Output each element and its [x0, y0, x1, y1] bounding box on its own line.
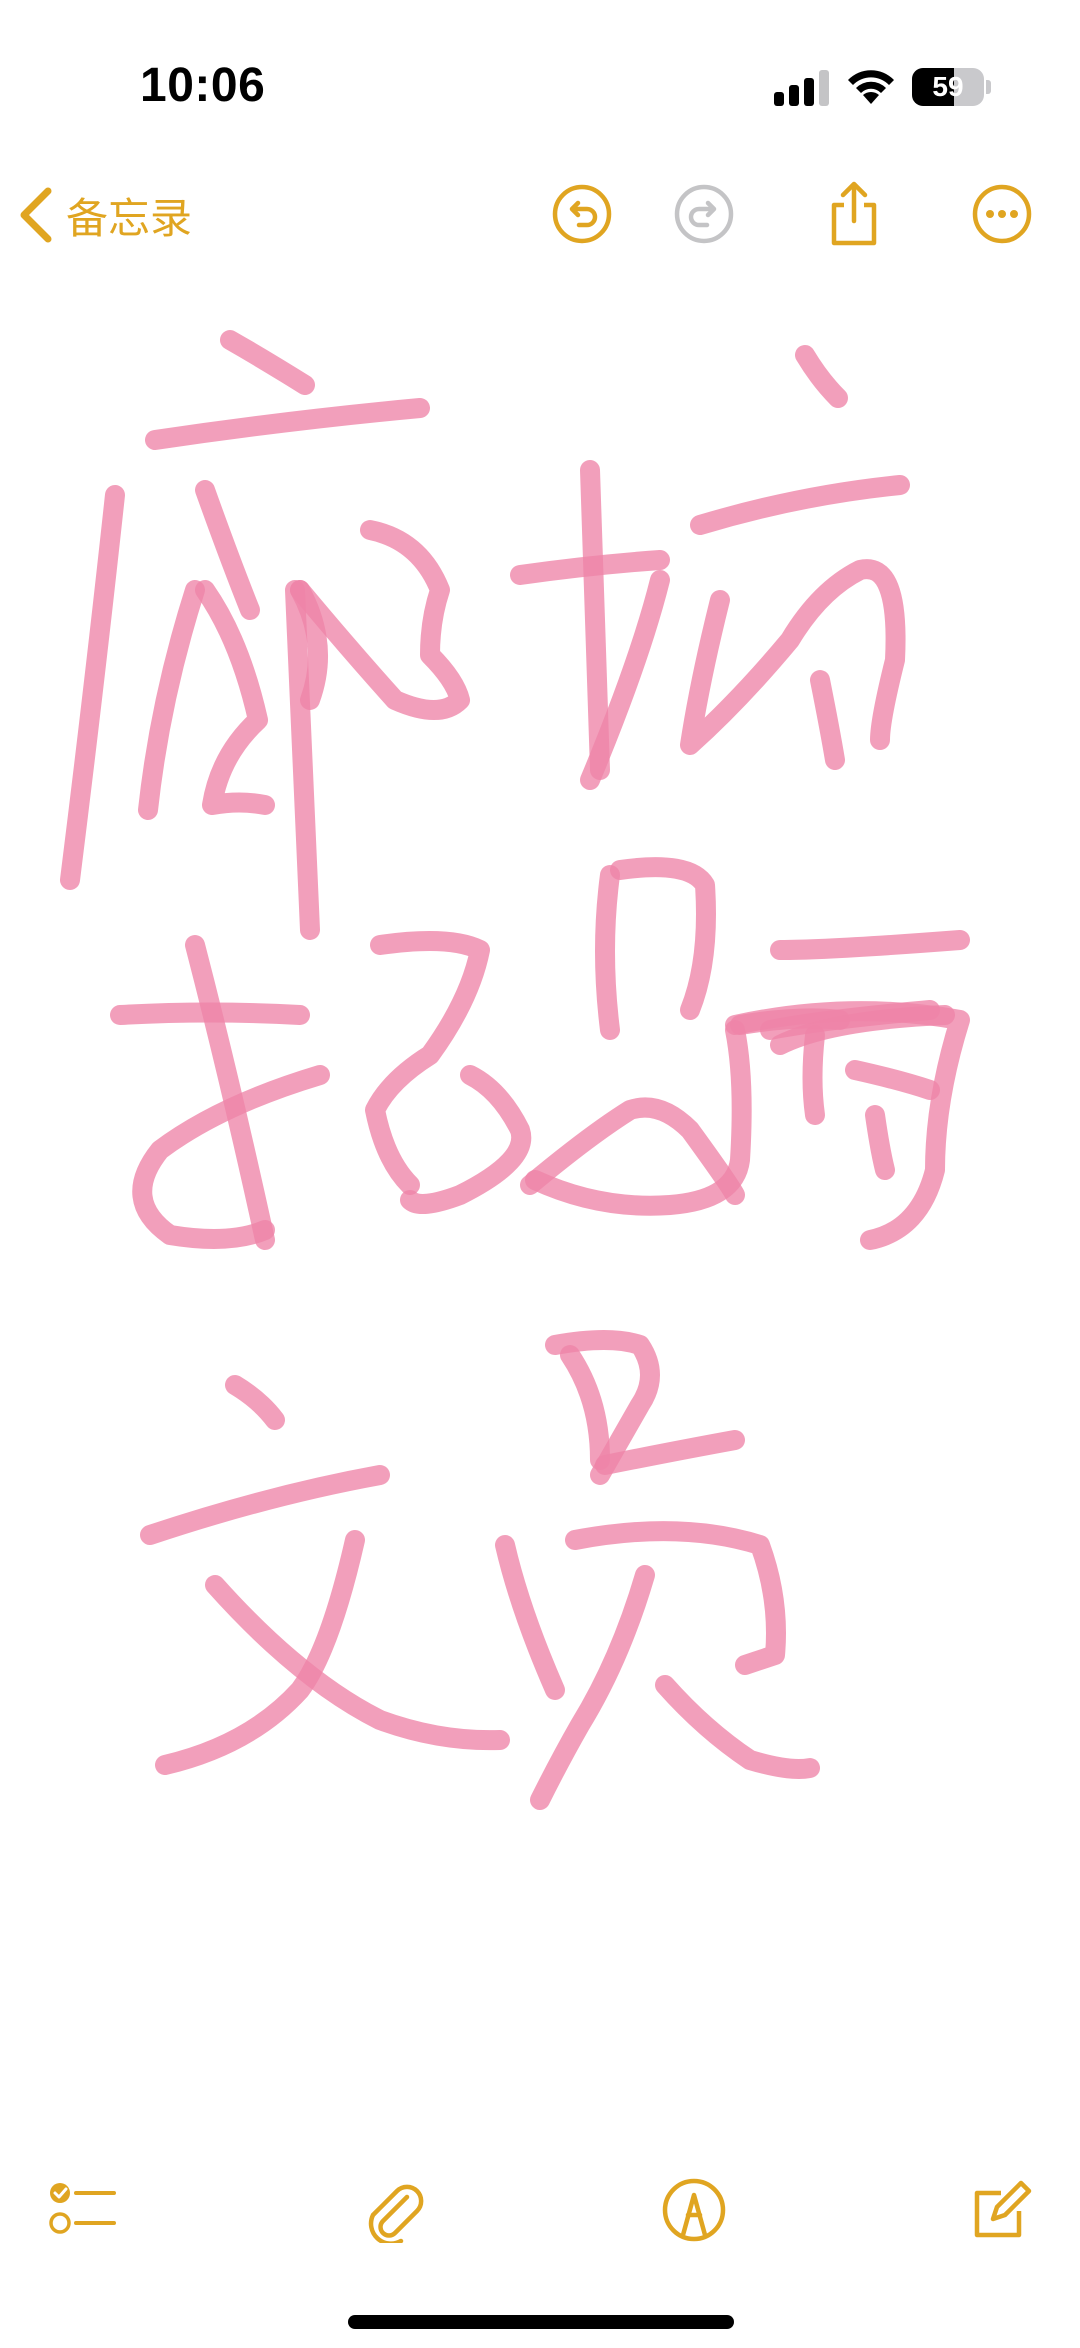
- attachment-button[interactable]: [352, 2170, 432, 2250]
- back-label: 备忘录: [66, 193, 193, 243]
- more-button[interactable]: [964, 176, 1040, 252]
- undo-icon: [552, 184, 612, 244]
- markup-button[interactable]: [654, 2170, 734, 2250]
- checklist-icon: [49, 2183, 116, 2234]
- note-drawing-canvas[interactable]: [0, 290, 1080, 2170]
- markup-pen-icon: [662, 2178, 726, 2242]
- bottom-toolbar: [0, 2160, 1080, 2260]
- cellular-signal-icon: [774, 70, 829, 106]
- share-button[interactable]: [816, 176, 892, 252]
- home-indicator[interactable]: [348, 2315, 734, 2329]
- redo-icon: [674, 184, 734, 244]
- share-icon: [831, 181, 877, 246]
- battery-percent: 59: [932, 71, 964, 102]
- battery-cap: [986, 80, 991, 94]
- wifi-icon: [848, 70, 894, 104]
- paperclip-icon: [368, 2184, 424, 2243]
- handwriting-drawing: [60, 330, 970, 1810]
- battery-icon: 59: [912, 68, 991, 106]
- compose-icon: [974, 2180, 1032, 2238]
- status-time: 10:06: [140, 59, 266, 112]
- redo-button[interactable]: [666, 176, 742, 252]
- compose-button[interactable]: [962, 2170, 1042, 2250]
- checklist-button[interactable]: [42, 2170, 122, 2250]
- chevron-left-icon: [20, 187, 52, 243]
- undo-button[interactable]: [544, 176, 620, 252]
- status-bar: 10:06 59: [0, 0, 1080, 150]
- battery-body: 59: [912, 68, 984, 106]
- navigation-bar: 备忘录: [0, 160, 1080, 270]
- back-button[interactable]: 备忘录: [18, 178, 192, 252]
- more-icon: [972, 184, 1032, 244]
